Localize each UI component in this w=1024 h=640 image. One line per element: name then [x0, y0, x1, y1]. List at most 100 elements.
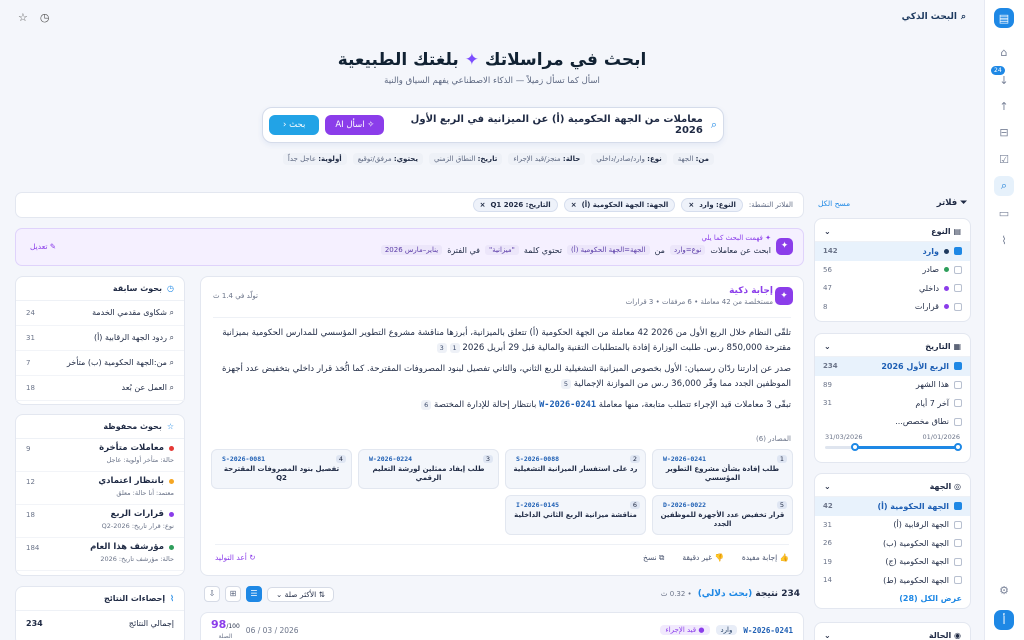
edit-button[interactable]: ✎ تعديل: [30, 242, 56, 251]
checkbox[interactable]: [954, 557, 962, 566]
source-card[interactable]: 5 D-2026-0022 قرار تخفيض عدد الأجهزة للموظ…: [652, 495, 793, 535]
checkbox[interactable]: [954, 520, 962, 529]
filter-option[interactable]: الربع الأول 2026 234: [815, 357, 970, 376]
ref-1[interactable]: 1: [449, 343, 460, 353]
source-title: طلب إفادة بشأن مشروع التطوير المؤسسي: [665, 465, 780, 482]
filter-option[interactable]: الجهة الحكومية (ط) 14: [815, 571, 970, 590]
source-card[interactable]: 6 I-2026-0145 مناقشة ميزانية الربع الثاني …: [505, 495, 646, 535]
filter-option[interactable]: داخلي 47: [815, 279, 970, 298]
saved-item[interactable]: بانتظار اعتمادي معتمد: أنا حالة: معلق 12: [16, 472, 184, 505]
minus-box-icon[interactable]: ⊟: [994, 122, 1014, 142]
chevron-icon[interactable]: ⌄: [824, 227, 831, 236]
result-row[interactable]: W-2026-0241 وارد ● قيد الإجراء 2026 / 03…: [200, 612, 804, 640]
filter-count: 47: [823, 284, 832, 293]
list-view-icon[interactable]: ☰: [246, 586, 262, 602]
search-button[interactable]: بحث ‹: [269, 115, 320, 135]
ref-3[interactable]: 3: [436, 343, 447, 353]
home-icon[interactable]: ⌂: [994, 42, 1014, 62]
active-filter-chip[interactable]: الجهة: الجهة الحكومية (أ) ×: [563, 198, 676, 212]
chat-logo-icon[interactable]: ▤: [994, 8, 1014, 28]
archive-icon[interactable]: ▭: [994, 203, 1014, 223]
close-icon[interactable]: ×: [571, 201, 577, 209]
date-range-slider[interactable]: 01/01/2026 31/03/2026: [815, 433, 970, 461]
sort-select[interactable]: ⇅ الأكثر صلة ⌄: [267, 586, 334, 602]
source-card[interactable]: 3 W-2026-0224 طلب إيفاد ممثلين لورشة التعل…: [358, 449, 499, 489]
filter-label: الجهة الرقابية (أ): [893, 520, 949, 530]
active-filter-chip[interactable]: التاريخ: Q1 2026 ×: [472, 198, 558, 212]
checkbox[interactable]: [954, 362, 962, 371]
settings-icon[interactable]: ⚙: [994, 580, 1014, 600]
clear-all-button[interactable]: مسح الكل: [818, 199, 850, 208]
inaccurate-button[interactable]: 👎 غير دقيقة: [682, 553, 723, 563]
checkbox[interactable]: [954, 302, 962, 311]
checkbox[interactable]: [954, 247, 962, 256]
filter-type-title[interactable]: ▤ النوع: [931, 227, 961, 236]
answer-ref-id[interactable]: W-2026-0241: [539, 400, 596, 410]
filter-entity-title[interactable]: ◎ الجهة: [930, 482, 961, 491]
regenerate-button[interactable]: ↻ أعد التوليد: [215, 553, 256, 563]
close-icon[interactable]: ×: [688, 201, 694, 209]
filter-option[interactable]: نطاق مخصص...: [815, 413, 970, 432]
history-icon[interactable]: ◷: [40, 11, 50, 24]
filter-option[interactable]: وارد 142: [815, 242, 970, 261]
checkbox[interactable]: [954, 576, 962, 585]
source-card[interactable]: 1 W-2026-0241 طلب إفادة بشأن مشروع التطوير…: [652, 449, 793, 489]
recent-item[interactable]: ⌕ ردود الجهة الرقابية (أ) 31: [16, 326, 184, 351]
source-card[interactable]: 2 S-2026-0088 رد على استفسار الميزانية الت…: [505, 449, 646, 489]
copy-button[interactable]: ⧉ نسخ: [643, 553, 664, 563]
ref-5[interactable]: 5: [560, 379, 572, 389]
filter-option[interactable]: قرارات 8: [815, 298, 970, 317]
checkbox[interactable]: [954, 502, 962, 511]
saved-item[interactable]: قرارات الربع نوع: قرار تاريخ: Q2-2026 18: [16, 505, 184, 538]
user-avatar-icon[interactable]: أ: [994, 610, 1014, 630]
star-icon[interactable]: ☆: [18, 11, 28, 24]
export-icon[interactable]: ⇩: [204, 586, 220, 602]
tasks-icon[interactable]: ☑: [994, 149, 1014, 169]
hint-chip[interactable]: نوع: وارد/صادر/داخلي: [591, 153, 667, 165]
search-input[interactable]: معاملات من الجهة الحكومية (أ) عن الميزان…: [384, 114, 710, 136]
source-card[interactable]: 4 S-2026-0081 تفصيل بنود المصروفات المقترح…: [211, 449, 352, 489]
checkbox[interactable]: [954, 284, 962, 293]
ref-6[interactable]: 6: [421, 400, 432, 410]
checkbox[interactable]: [954, 380, 962, 389]
chevron-icon[interactable]: ⌄: [824, 482, 831, 491]
chevron-icon[interactable]: ⌄: [824, 342, 831, 351]
filter-option[interactable]: الجهة الرقابية (أ) 31: [815, 516, 970, 535]
outbox-icon[interactable]: ↑: [994, 96, 1014, 116]
saved-item[interactable]: معاملات متأخرة حالة: متأخر أولوية: عاجل 9: [16, 439, 184, 472]
search-nav-icon[interactable]: ⌕: [994, 176, 1014, 196]
checkbox[interactable]: [954, 539, 962, 548]
row-id: W-2026-0241: [743, 625, 793, 635]
chevron-icon[interactable]: ⌄: [824, 631, 831, 640]
filter-option[interactable]: صادر 56: [815, 261, 970, 280]
hint-chip[interactable]: أولوية: عاجل جداً: [282, 153, 347, 165]
saved-meta: حالة: متأخر أولوية: عاجل: [106, 456, 174, 464]
active-filter-chip[interactable]: النوع: وارد ×: [681, 198, 743, 212]
recent-item[interactable]: ⌕ من:الجهة الحكومية (ب) متأخر 7: [16, 351, 184, 376]
inbox-icon[interactable]: ↓ 24: [991, 66, 1014, 90]
hint-chip[interactable]: يحتوي: مرفق/توقيع: [352, 153, 423, 165]
filter-option[interactable]: هذا الشهر 89: [815, 376, 970, 395]
filter-date-title[interactable]: ▦ التاريخ: [925, 342, 961, 351]
ask-ai-button[interactable]: ✧ اسأل AI: [325, 115, 385, 135]
filter-option[interactable]: الجهة الحكومية (ب) 26: [815, 534, 970, 553]
checkbox[interactable]: [954, 417, 962, 426]
hint-chip[interactable]: من: الجهة: [672, 153, 714, 165]
checkbox[interactable]: [954, 265, 962, 274]
checkbox[interactable]: [954, 399, 962, 408]
recent-item[interactable]: ⌕ شكاوى مقدمي الخدمة 24: [16, 301, 184, 326]
useful-button[interactable]: 👍 إجابة مفيدة: [742, 553, 789, 563]
saved-item[interactable]: مؤرشف هذا العام حالة: مؤرشف تاريخ: 2026 18…: [16, 538, 184, 571]
filter-option[interactable]: آخر 7 أيام 31: [815, 394, 970, 413]
saved-label: قرارات الربع: [110, 509, 164, 519]
reports-icon[interactable]: ⌇: [994, 230, 1014, 250]
hint-chip[interactable]: تاريخ: النطاق الزمني: [428, 153, 503, 165]
show-all-entities[interactable]: عرض الكل (28): [815, 590, 970, 609]
close-icon[interactable]: ×: [480, 201, 486, 209]
filter-status-title[interactable]: ◉ الحالة: [929, 631, 961, 640]
grid-view-icon[interactable]: ⊞: [225, 586, 241, 602]
filter-option[interactable]: الجهة الحكومية (ج) 19: [815, 553, 970, 572]
recent-item[interactable]: ⌕ العمل عن بُعد 18: [16, 376, 184, 401]
hint-chip[interactable]: حالة: منجز/قيد الإجراء: [508, 153, 586, 165]
filter-option[interactable]: الجهة الحكومية (أ) 42: [815, 497, 970, 516]
